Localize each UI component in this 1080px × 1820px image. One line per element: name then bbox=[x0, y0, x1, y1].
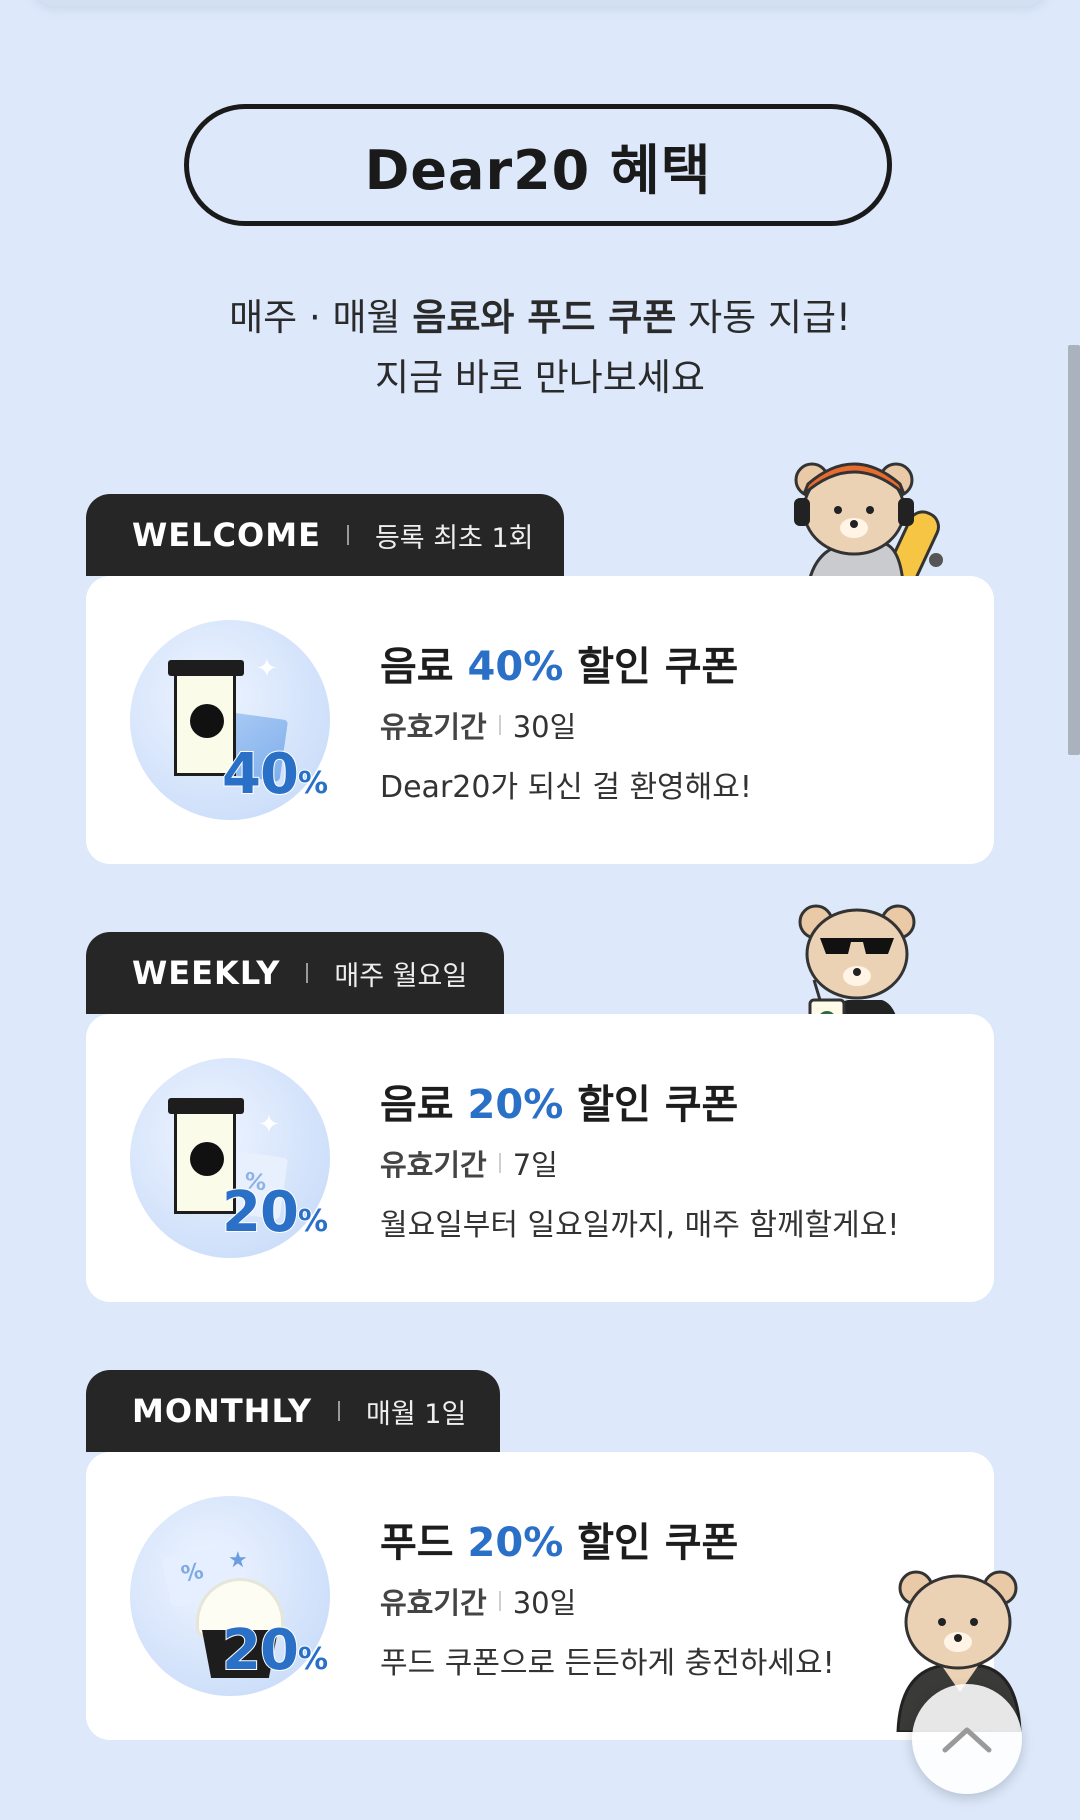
cup-lid bbox=[168, 1098, 244, 1114]
coupon-badge: % ✦ 20% bbox=[130, 1058, 330, 1258]
badge-percent: 20% bbox=[221, 1617, 329, 1684]
coupon-title-suffix: 할인 쿠폰 bbox=[563, 1082, 739, 1128]
tab-subtitle: 등록 최초 1회 bbox=[374, 522, 534, 554]
sparkle-icon: ✦ bbox=[258, 1110, 280, 1140]
divider bbox=[498, 1153, 501, 1173]
tab-welcome: WELCOME 등록 최초 1회 bbox=[86, 494, 564, 576]
coupon-title-prefix: 음료 bbox=[380, 644, 468, 690]
coupon-badge: ✦ 40% bbox=[130, 620, 330, 820]
coupon-card-welcome[interactable]: ✦ 40% 음료 40% 할인 쿠폰 유효기간 30일 Dear20가 되신 걸… bbox=[86, 576, 994, 864]
validity-period: 유효기간 30일 bbox=[380, 1580, 576, 1622]
period-label: 유효기간 bbox=[380, 1586, 487, 1620]
divider bbox=[346, 525, 349, 545]
coupon-title-prefix: 음료 bbox=[380, 1082, 468, 1128]
coupon-description: 푸드 쿠폰으로 든든하게 충전하세요! bbox=[380, 1646, 835, 1681]
subtitle-line-2: 지금 바로 만나보세요 bbox=[375, 356, 705, 399]
cup-logo bbox=[190, 704, 224, 738]
coupon-description: 월요일부터 일요일까지, 매주 함께할게요! bbox=[380, 1208, 900, 1243]
coupon-title: 푸드 20% 할인 쿠폰 bbox=[380, 1510, 738, 1568]
sparkle-icon: ✦ bbox=[256, 654, 278, 684]
page-title: Dear20 혜택 bbox=[184, 104, 892, 226]
validity-period: 유효기간 7일 bbox=[380, 1142, 558, 1184]
coupon-title: 음료 20% 할인 쿠폰 bbox=[380, 1072, 738, 1130]
divider bbox=[338, 1401, 341, 1421]
coupon-title-highlight: 40% bbox=[467, 644, 564, 690]
tab-title: WELCOME bbox=[132, 516, 321, 554]
badge-value: 20 bbox=[221, 1179, 300, 1246]
tab-subtitle: 매월 1일 bbox=[366, 1398, 467, 1430]
coupon-title-highlight: 20% bbox=[467, 1520, 564, 1566]
previous-section-edge bbox=[30, 0, 1050, 6]
badge-unit: % bbox=[297, 765, 329, 802]
subtitle-prefix: 매주 · 매월 bbox=[229, 296, 413, 339]
coupon-card-weekly[interactable]: % ✦ 20% 음료 20% 할인 쿠폰 유효기간 7일 월요일부터 일요일까지… bbox=[86, 1014, 994, 1302]
badge-unit: % bbox=[297, 1203, 329, 1240]
tab-weekly: WEEKLY 매주 월요일 bbox=[86, 932, 504, 1014]
coupon-title-highlight: 20% bbox=[467, 1082, 564, 1128]
tab-subtitle: 매주 월요일 bbox=[334, 960, 468, 992]
chevron-up-icon bbox=[942, 1727, 992, 1753]
period-label: 유효기간 bbox=[380, 1148, 487, 1182]
divider bbox=[498, 715, 501, 735]
badge-percent: 40% bbox=[221, 741, 329, 808]
divider bbox=[498, 1591, 501, 1611]
coupon-title-suffix: 할인 쿠폰 bbox=[563, 644, 739, 690]
period-value: 30일 bbox=[512, 710, 577, 744]
badge-unit: % bbox=[297, 1641, 329, 1678]
subtitle-bold: 음료와 푸드 쿠폰 bbox=[412, 296, 677, 339]
period-value: 7일 bbox=[512, 1148, 558, 1182]
validity-period: 유효기간 30일 bbox=[380, 704, 576, 746]
tab-monthly: MONTHLY 매월 1일 bbox=[86, 1370, 500, 1452]
subtitle-line-1: 매주 · 매월 음료와 푸드 쿠폰 자동 지급! bbox=[0, 288, 1080, 348]
tab-title: WEEKLY bbox=[132, 954, 281, 992]
scrollbar-thumb[interactable] bbox=[1068, 345, 1080, 755]
coupon-title-prefix: 푸드 bbox=[380, 1520, 468, 1566]
cup-logo bbox=[190, 1142, 224, 1176]
page: Dear20 혜택 매주 · 매월 음료와 푸드 쿠폰 자동 지급! 지금 바로… bbox=[0, 0, 1080, 1820]
star-icon: ★ bbox=[228, 1548, 248, 1573]
coupon-description: Dear20가 되신 걸 환영해요! bbox=[380, 770, 752, 805]
subtitle-suffix: 자동 지급! bbox=[676, 296, 851, 339]
badge-value: 40 bbox=[221, 741, 300, 808]
coupon-badge: % ★ 20% bbox=[130, 1496, 330, 1696]
period-label: 유효기간 bbox=[380, 710, 487, 744]
period-value: 30일 bbox=[512, 1586, 577, 1620]
coupon-title-suffix: 할인 쿠폰 bbox=[563, 1520, 739, 1566]
tab-title: MONTHLY bbox=[132, 1392, 313, 1430]
coupon-title: 음료 40% 할인 쿠폰 bbox=[380, 634, 738, 692]
divider bbox=[306, 963, 309, 983]
badge-value: 20 bbox=[221, 1617, 300, 1684]
scroll-to-top-button[interactable] bbox=[912, 1684, 1022, 1794]
badge-percent: 20% bbox=[221, 1179, 329, 1246]
coupon-card-monthly[interactable]: % ★ 20% 푸드 20% 할인 쿠폰 유효기간 30일 푸드 쿠폰으로 든든… bbox=[86, 1452, 994, 1740]
cup-lid bbox=[168, 660, 244, 676]
